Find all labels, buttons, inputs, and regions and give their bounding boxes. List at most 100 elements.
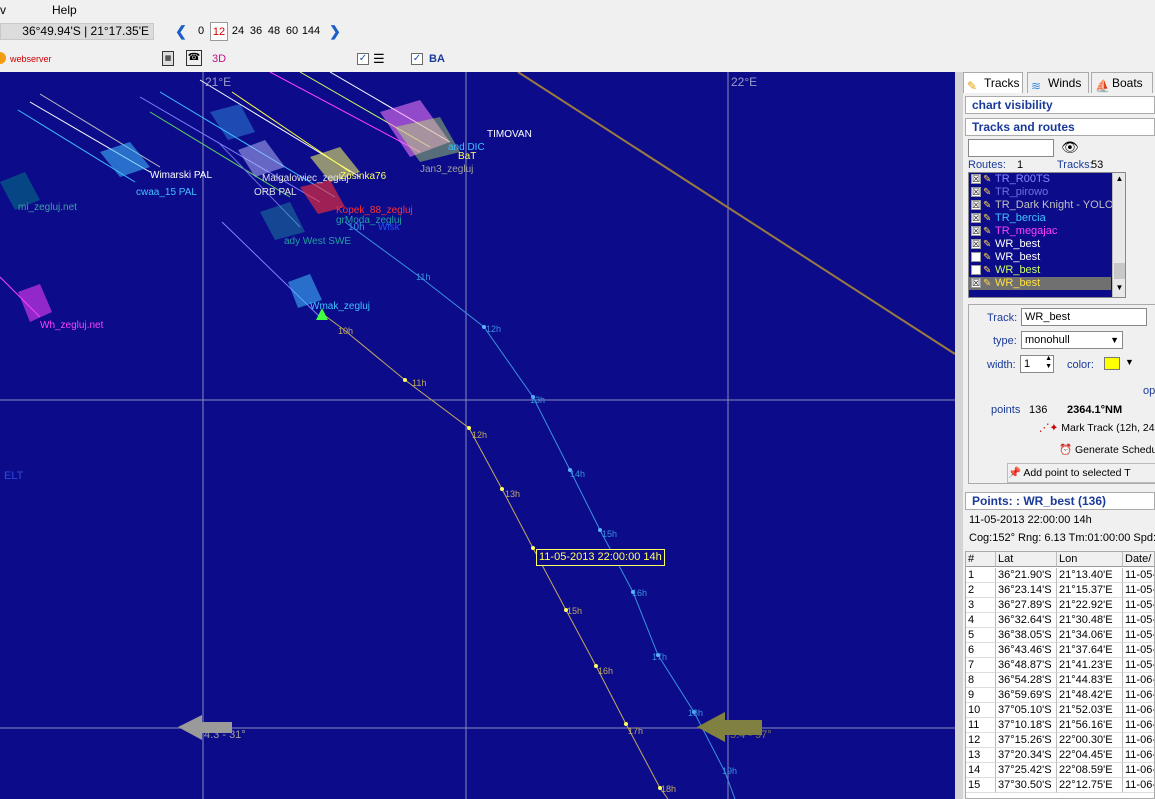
- menu-help[interactable]: Help: [52, 3, 77, 17]
- route-visibility-checkbox[interactable]: ☒: [971, 187, 981, 197]
- stepper-arrows-icon[interactable]: ▲ ▼: [1045, 355, 1052, 371]
- color-swatch[interactable]: [1104, 357, 1120, 370]
- column-header[interactable]: Lon: [1057, 552, 1123, 567]
- pencil-icon[interactable]: ✎: [983, 173, 991, 186]
- view-3d-button[interactable]: 3D: [212, 53, 226, 65]
- add-point-button[interactable]: 📌 Add point to selected T: [1007, 463, 1155, 483]
- boat-label[interactable]: Zosinka76: [340, 171, 386, 182]
- boat-label[interactable]: ady West SWE: [284, 236, 351, 247]
- table-cell[interactable]: 22°08.59'E: [1057, 763, 1123, 778]
- table-cell[interactable]: 37°30.50'S: [996, 778, 1057, 793]
- tab-tracks[interactable]: ✎ Tracks: [963, 72, 1023, 93]
- route-list-item[interactable]: ✎ WR_best: [969, 264, 1111, 277]
- table-cell[interactable]: 4: [966, 613, 996, 628]
- column-header[interactable]: Date/: [1123, 552, 1154, 567]
- prev-time-icon[interactable]: ❮: [174, 22, 188, 41]
- table-cell[interactable]: 37°05.10'S: [996, 703, 1057, 718]
- route-list-item[interactable]: ☒ ✎ TR_pirowo: [969, 186, 1111, 199]
- table-cell[interactable]: 11-06-: [1123, 703, 1154, 718]
- scroll-thumb[interactable]: [1114, 263, 1125, 279]
- table-cell[interactable]: 21°22.92'E: [1057, 598, 1123, 613]
- table-cell[interactable]: 21°37.64'E: [1057, 643, 1123, 658]
- route-list-item[interactable]: ☒ ✎ TR_Dark Knight - YOLO: [969, 199, 1113, 212]
- webserver-link[interactable]: webserver: [10, 54, 52, 64]
- binoculars-icon[interactable]: 👁: [1061, 139, 1079, 156]
- table-cell[interactable]: 37°20.34'S: [996, 748, 1057, 763]
- boat-label[interactable]: TIMOVAN: [487, 129, 532, 140]
- route-list-item[interactable]: ✎ WR_best: [969, 251, 1111, 264]
- generate-schedule-button[interactable]: ⏰ Generate Schedule: [1059, 441, 1155, 461]
- table-cell[interactable]: 7: [966, 658, 996, 673]
- table-cell[interactable]: 21°30.48'E: [1057, 613, 1123, 628]
- route-visibility-checkbox[interactable]: ☒: [971, 278, 981, 288]
- route-list-item[interactable]: ☒ ✎ TR_bercia: [969, 212, 1111, 225]
- boat-label[interactable]: Malgalowiec_zegluj: [262, 173, 349, 184]
- table-cell[interactable]: 36°27.89'S: [996, 598, 1057, 613]
- time-step-48[interactable]: 48: [266, 22, 282, 41]
- table-cell[interactable]: 22°12.75'E: [1057, 778, 1123, 793]
- boat-label[interactable]: ORB PAL: [254, 187, 297, 198]
- time-step-0[interactable]: 0: [195, 22, 207, 41]
- table-cell[interactable]: 11-06-: [1123, 748, 1154, 763]
- table-cell[interactable]: 37°10.18'S: [996, 718, 1057, 733]
- table-cell[interactable]: 11-06-: [1123, 718, 1154, 733]
- tab-boats[interactable]: ⛵ Boats: [1091, 72, 1153, 93]
- boat-label[interactable]: Wmak_zegluj: [310, 301, 370, 312]
- menu-view[interactable]: v: [0, 3, 6, 17]
- pencil-icon[interactable]: ✎: [983, 238, 991, 251]
- map-scrollbar[interactable]: [955, 72, 963, 799]
- table-cell[interactable]: 21°48.42'E: [1057, 688, 1123, 703]
- table-cell[interactable]: 2: [966, 583, 996, 598]
- route-visibility-checkbox[interactable]: ☒: [971, 226, 981, 236]
- route-list-item[interactable]: ☒ ✎ TR_R00TS: [969, 173, 1111, 186]
- track-search-input[interactable]: [968, 139, 1054, 157]
- chart-map[interactable]: 21°E 22°E ELT mi_zegluj.net cwaa_15 PAL …: [0, 72, 955, 799]
- chart-visibility-header[interactable]: chart visibility: [965, 96, 1155, 114]
- table-cell[interactable]: 9: [966, 688, 996, 703]
- table-cell[interactable]: 8: [966, 673, 996, 688]
- table-cell[interactable]: 5: [966, 628, 996, 643]
- pencil-icon[interactable]: ✎: [983, 251, 991, 264]
- table-cell[interactable]: 14: [966, 763, 996, 778]
- route-visibility-checkbox[interactable]: [971, 265, 981, 275]
- track-name-field[interactable]: WR_best: [1021, 308, 1147, 326]
- route-visibility-checkbox[interactable]: ☒: [971, 239, 981, 249]
- route-visibility-checkbox[interactable]: ☒: [971, 200, 981, 210]
- boat-label[interactable]: Jan3_zegluj: [420, 164, 473, 175]
- table-cell[interactable]: 36°23.14'S: [996, 583, 1057, 598]
- table-cell[interactable]: 36°54.28'S: [996, 673, 1057, 688]
- table-cell[interactable]: 11-05-: [1123, 628, 1154, 643]
- next-time-icon[interactable]: ❯: [328, 22, 342, 41]
- table-cell[interactable]: 21°41.23'E: [1057, 658, 1123, 673]
- routes-list-scrollbar[interactable]: ▲ ▼: [1112, 173, 1125, 297]
- boat-label[interactable]: Wh_zegluj.net: [40, 320, 103, 331]
- table-cell[interactable]: 11-06-: [1123, 778, 1154, 793]
- table-cell[interactable]: 12: [966, 733, 996, 748]
- pencil-icon[interactable]: ✎: [983, 199, 991, 212]
- table-cell[interactable]: 36°38.05'S: [996, 628, 1057, 643]
- boat-label[interactable]: Wisk: [378, 222, 400, 233]
- chevron-up-icon[interactable]: ▲: [1114, 174, 1125, 186]
- ba-checkbox[interactable]: ✓: [411, 53, 423, 65]
- table-cell[interactable]: 36°21.90'S: [996, 568, 1057, 583]
- points-table[interactable]: # Lat Lon Date/1 36°21.90'S 21°13.40'E 11-05- 2…: [965, 551, 1155, 799]
- table-cell[interactable]: 11-05-: [1123, 568, 1154, 583]
- table-cell[interactable]: 21°15.37'E: [1057, 583, 1123, 598]
- table-cell[interactable]: 36°43.46'S: [996, 643, 1057, 658]
- table-cell[interactable]: 11-05-: [1123, 598, 1154, 613]
- pencil-icon[interactable]: ✎: [983, 225, 991, 238]
- table-cell[interactable]: 3: [966, 598, 996, 613]
- table-cell[interactable]: 15: [966, 778, 996, 793]
- device-icon[interactable]: ☎: [186, 50, 202, 66]
- boat-label[interactable]: BaT: [458, 151, 476, 162]
- route-list-item[interactable]: ☒ ✎ TR_megajac: [969, 225, 1111, 238]
- width-stepper[interactable]: 1 ▲ ▼: [1020, 355, 1054, 373]
- column-header[interactable]: Lat: [996, 552, 1057, 567]
- table-cell[interactable]: 21°13.40'E: [1057, 568, 1123, 583]
- route-visibility-checkbox[interactable]: ☒: [971, 213, 981, 223]
- table-cell[interactable]: 11-06-: [1123, 688, 1154, 703]
- pencil-icon[interactable]: ✎: [983, 212, 991, 225]
- table-cell[interactable]: 36°59.69'S: [996, 688, 1057, 703]
- table-cell[interactable]: 11-05-: [1123, 613, 1154, 628]
- route-list-item[interactable]: ☒ ✎ WR_best: [969, 277, 1111, 290]
